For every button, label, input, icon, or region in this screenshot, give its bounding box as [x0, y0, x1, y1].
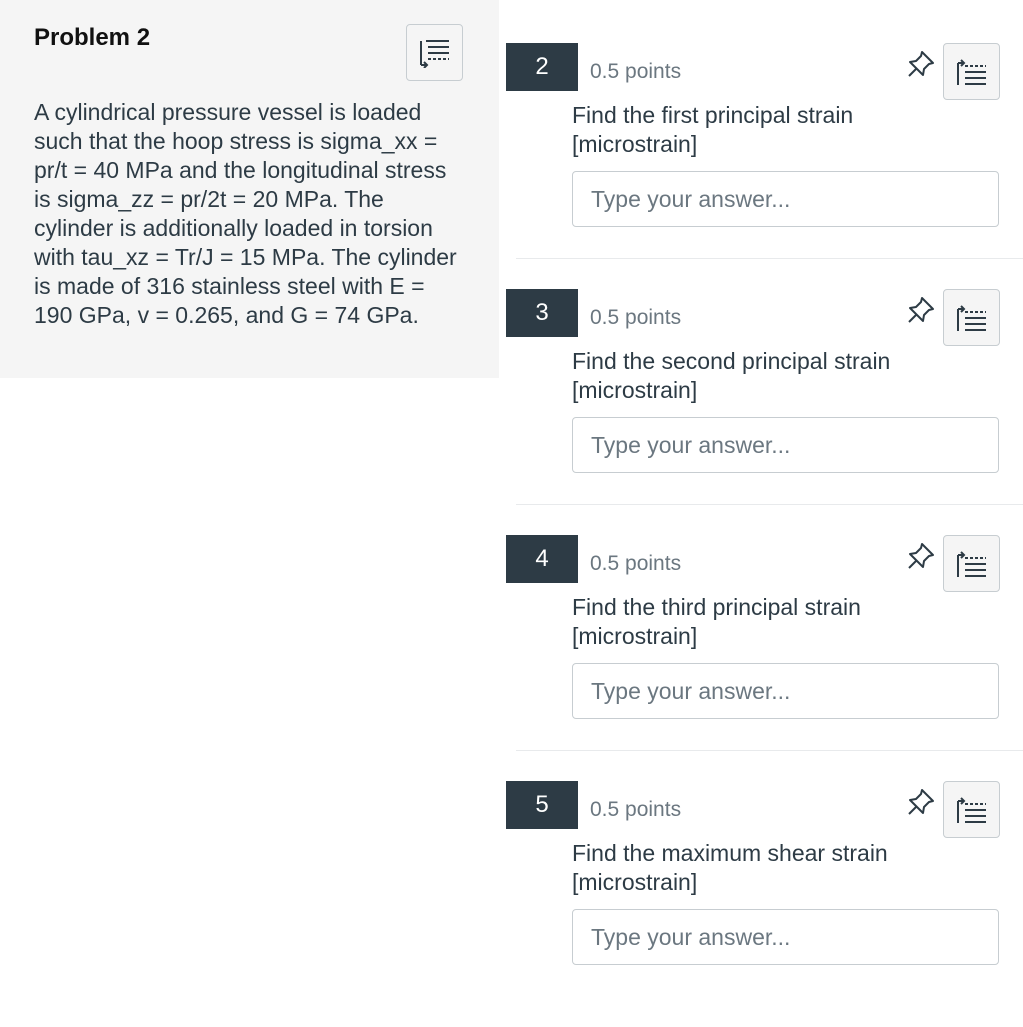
passage-panel: Problem 2 A cylindrical pressure vessel … — [0, 0, 499, 378]
passage-title: Problem 2 — [34, 24, 151, 51]
question-5: 5 0.5 points Find the maximum shear stra… — [506, 781, 1023, 1027]
question-prompt: Find the third principal strain [microst… — [572, 594, 861, 649]
line-reader-button[interactable] — [406, 24, 463, 81]
question-prompt: Find the maximum shear strain [microstra… — [572, 840, 888, 895]
question-number: 4 — [506, 535, 578, 583]
question-points: 0.5 points — [590, 552, 682, 575]
question-number: 2 — [506, 43, 578, 91]
line-reader-button[interactable] — [943, 781, 1000, 838]
divider — [516, 258, 1023, 259]
question-number: 5 — [506, 781, 578, 829]
question-points: 0.5 points — [590, 798, 682, 821]
question-points: 0.5 points — [590, 306, 682, 329]
line-reader-button[interactable] — [943, 43, 1000, 100]
question-3: 3 0.5 points Find the second principal s… — [506, 289, 1023, 535]
line-reader-icon — [419, 39, 449, 68]
answer-input[interactable] — [572, 171, 999, 227]
question-prompt: Find the first principal strain [microst… — [572, 102, 854, 157]
answer-input[interactable] — [572, 663, 999, 719]
pin-icon[interactable] — [906, 49, 936, 79]
pin-icon[interactable] — [906, 541, 936, 571]
pin-icon[interactable] — [906, 787, 936, 817]
answer-input[interactable] — [572, 909, 999, 965]
question-4: 4 0.5 points Find the third principal st… — [506, 535, 1023, 781]
question-2: 2 0.5 points Find the first principal st… — [506, 43, 1023, 289]
pin-icon[interactable] — [906, 295, 936, 325]
line-reader-button[interactable] — [943, 535, 1000, 592]
divider — [516, 504, 1023, 505]
line-reader-icon — [956, 550, 986, 577]
question-number: 3 — [506, 289, 578, 337]
question-prompt: Find the second principal strain [micros… — [572, 348, 891, 403]
answer-input[interactable] — [572, 417, 999, 473]
line-reader-icon — [956, 304, 986, 331]
passage-body: A cylindrical pressure vessel is loaded … — [34, 99, 457, 328]
line-reader-icon — [956, 58, 986, 85]
line-reader-icon — [956, 796, 986, 823]
question-points: 0.5 points — [590, 60, 682, 83]
divider — [516, 750, 1023, 751]
line-reader-button[interactable] — [943, 289, 1000, 346]
